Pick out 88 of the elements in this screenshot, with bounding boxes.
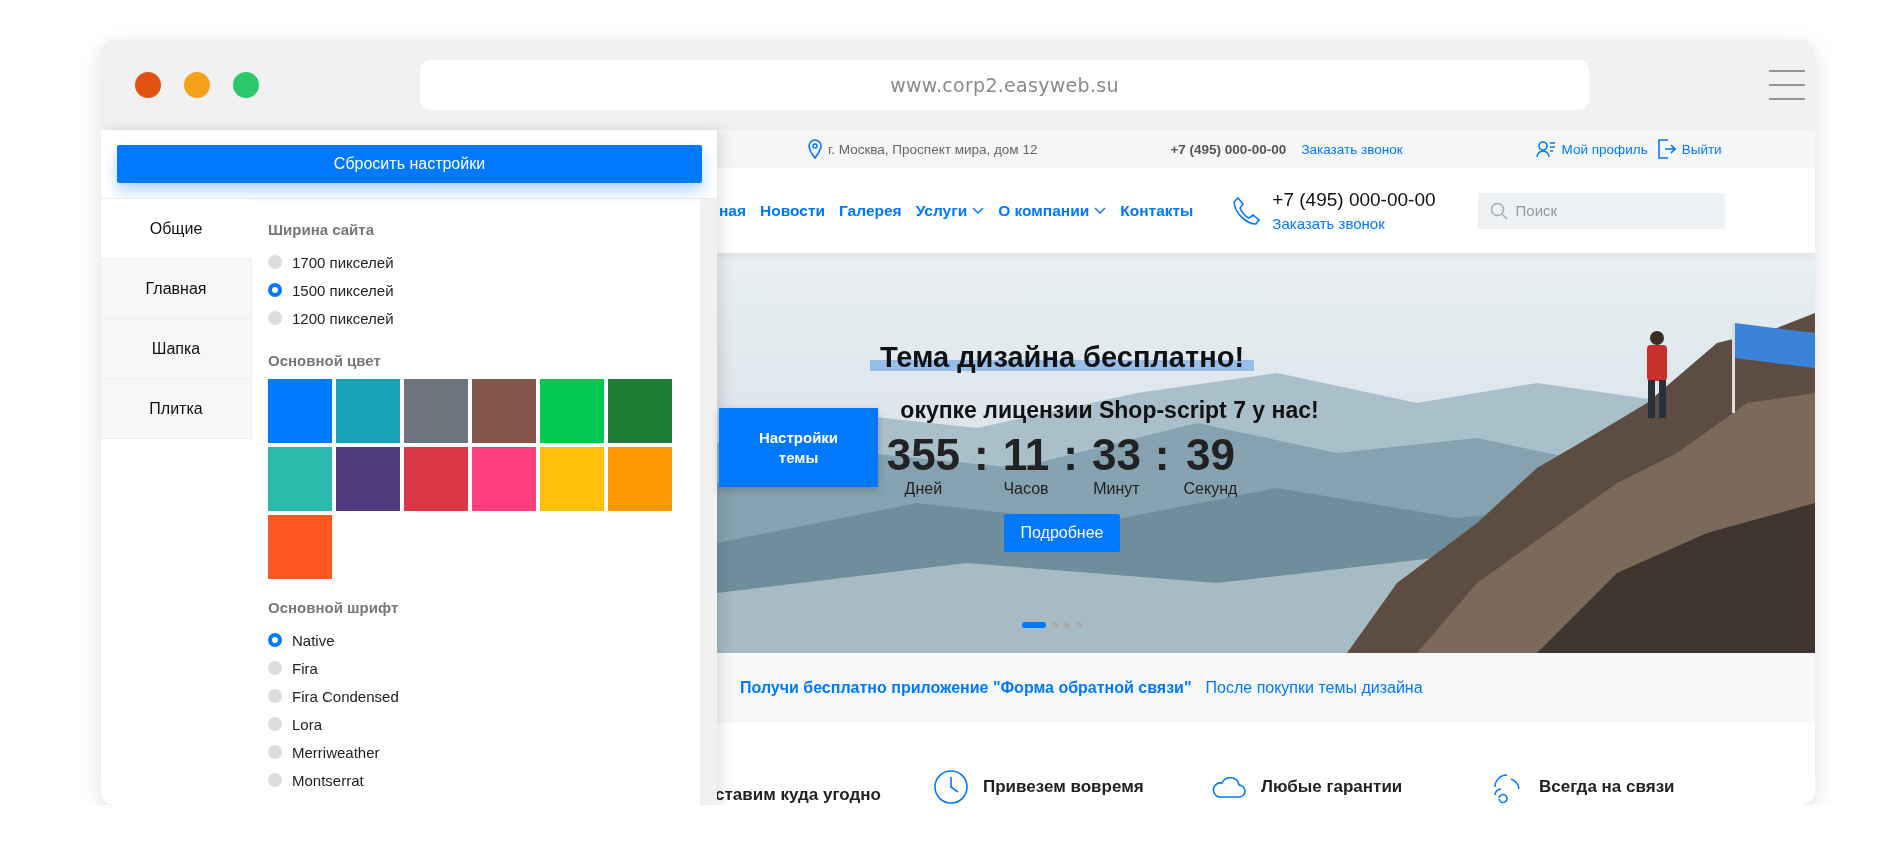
option-label: Fira Condensed	[292, 687, 399, 705]
feature-title: Любые гарантии	[1261, 777, 1403, 797]
countdown-value: 39	[1185, 430, 1235, 480]
phone-icon	[1233, 195, 1262, 226]
color-swatch[interactable]	[268, 515, 332, 579]
countdown-value: 33	[1091, 430, 1141, 480]
option-label: 1200 пикселей	[292, 309, 394, 327]
countdown-unit: Секунд	[1183, 480, 1238, 498]
settings-tab[interactable]: Общие	[101, 199, 252, 259]
radio-button[interactable]	[268, 311, 282, 325]
color-swatch[interactable]	[608, 379, 672, 443]
nav-link[interactable]: Услуги	[915, 201, 985, 220]
radio-button[interactable]	[268, 745, 282, 759]
callback-link[interactable]: Заказать звонок	[1272, 215, 1436, 232]
radio-button[interactable]	[268, 661, 282, 675]
close-icon[interactable]	[135, 72, 161, 98]
logout-link[interactable]: Выйти	[1681, 141, 1722, 157]
countdown-separator: :	[1154, 430, 1170, 480]
color-swatch[interactable]	[404, 447, 468, 511]
search-icon	[1489, 201, 1508, 220]
color-swatch[interactable]	[540, 447, 604, 511]
settings-tab[interactable]: Главная	[101, 259, 252, 319]
feature-title: Привезем вовремя	[983, 777, 1144, 797]
option-label: Montserrat	[292, 771, 364, 789]
option-label: Fira	[292, 659, 318, 677]
reset-button[interactable]: Сбросить настройки	[117, 145, 702, 183]
scrollbar[interactable]	[700, 199, 717, 805]
radio-button[interactable]	[268, 633, 282, 647]
settings-tab[interactable]: Плитка	[101, 379, 252, 439]
clock-icon	[933, 769, 969, 805]
profile-link[interactable]: Мой профиль	[1561, 141, 1648, 157]
header-phone: +7 (495) 000-00-00	[1272, 189, 1436, 211]
color-swatch[interactable]	[472, 379, 536, 443]
logout-icon	[1657, 139, 1676, 159]
countdown-unit: Дней	[904, 480, 943, 498]
radio-button[interactable]	[268, 773, 282, 787]
more-button[interactable]: Подробнее	[1003, 514, 1121, 552]
countdown-separator: :	[1063, 430, 1078, 480]
section-title: Основной шрифт	[268, 599, 400, 616]
color-swatch[interactable]	[268, 447, 332, 511]
section-title: Ширина сайта	[268, 221, 376, 238]
address-text: г. Москва, Проспект мира, дом 12	[828, 141, 1038, 157]
location-pin-icon	[808, 139, 822, 159]
option-label: 1700 пикселей	[292, 253, 394, 271]
feature-title: Всегда на связи	[1539, 777, 1675, 797]
color-swatch[interactable]	[336, 447, 400, 511]
slider-dot[interactable]	[1064, 622, 1070, 628]
option-label: Lora	[292, 715, 323, 733]
settings-tab[interactable]: Шапка	[101, 319, 252, 379]
radio-button[interactable]	[268, 255, 282, 269]
feature-title: ставим куда угодно	[715, 785, 881, 805]
countdown-value: 11	[1002, 430, 1050, 480]
color-swatch[interactable]	[472, 447, 536, 511]
nav-link[interactable]: ная	[719, 201, 747, 220]
hero-subtitle: окупке лицензии Shop-script 7 у нас!	[899, 397, 1319, 424]
countdown-value: 355	[886, 430, 961, 480]
menu-icon[interactable]	[1769, 70, 1805, 100]
promo-text[interactable]: После покупки темы дизайна	[1205, 679, 1423, 697]
callback-link[interactable]: Заказать звонок	[1301, 141, 1403, 157]
color-swatch[interactable]	[608, 447, 672, 511]
countdown-unit: Минут	[1093, 480, 1140, 498]
phone-number: +7 (495) 000-00-00	[1170, 141, 1287, 157]
slider-dot[interactable]	[1076, 622, 1082, 628]
slider-dot[interactable]	[1052, 622, 1058, 628]
search-field[interactable]: Поиск	[1477, 192, 1725, 229]
nav-link[interactable]: Галерея	[839, 201, 902, 220]
countdown-separator: :	[974, 430, 989, 480]
theme-settings-tab[interactable]: Настройки темы	[719, 408, 878, 487]
color-swatch[interactable]	[336, 379, 400, 443]
radio-button[interactable]	[268, 283, 282, 297]
color-swatch[interactable]	[268, 379, 332, 443]
section-title: Основной цвет	[268, 352, 382, 369]
color-swatch[interactable]	[540, 379, 604, 443]
user-icon	[1535, 140, 1556, 158]
color-swatch[interactable]	[404, 379, 468, 443]
radio-button[interactable]	[268, 689, 282, 703]
option-label: 1500 пикселей	[292, 281, 394, 299]
nav-link[interactable]: Контакты	[1120, 201, 1194, 220]
nav-link[interactable]: Новости	[760, 201, 826, 220]
address-bar[interactable]: www.corp2.easyweb.su	[420, 60, 1589, 110]
maximize-icon[interactable]	[233, 72, 259, 98]
nav-link[interactable]: О компании	[998, 201, 1107, 220]
radio-button[interactable]	[268, 717, 282, 731]
minimize-icon[interactable]	[184, 72, 210, 98]
option-label: Native	[292, 631, 335, 649]
option-label: Merriweather	[292, 743, 380, 761]
countdown-unit: Часов	[1003, 480, 1049, 498]
promo-title[interactable]: Получи бесплатно приложение "Форма обратной связи"	[740, 679, 1192, 697]
